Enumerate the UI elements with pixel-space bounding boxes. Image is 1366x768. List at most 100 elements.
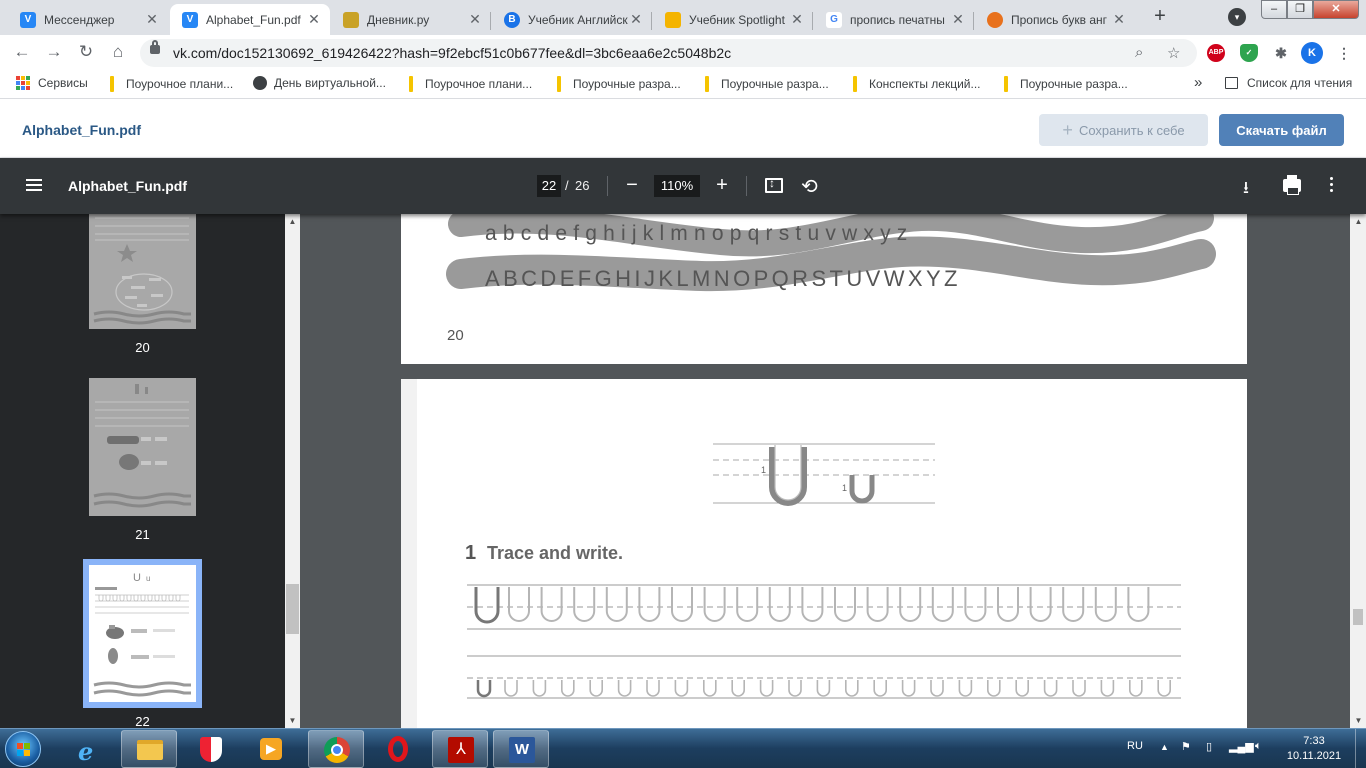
page-20-number: 20 — [447, 327, 464, 344]
tab-close-icon[interactable]: ✕ — [628, 11, 644, 28]
tab-1[interactable]: V Мессенджер ✕ — [8, 4, 168, 35]
more-options-icon[interactable] — [1330, 177, 1334, 195]
language-indicator[interactable]: RU — [1127, 740, 1143, 752]
bookmark-item[interactable]: Поурочное плани... — [110, 76, 233, 92]
thumbnail-label-21: 21 — [135, 527, 150, 542]
bookmark-star-icon[interactable]: ☆ — [1167, 44, 1180, 62]
thumbnail-page-21[interactable] — [89, 378, 196, 516]
taskbar-acrobat-icon[interactable]: ⅄ — [432, 730, 488, 768]
trace-letter-lower — [1072, 680, 1086, 697]
tab-4[interactable]: B Учебник Английск ✕ — [492, 4, 652, 35]
print-icon[interactable] — [1283, 175, 1301, 195]
tab-search-icon[interactable]: ▾ — [1228, 8, 1246, 26]
trace-letter-lower — [987, 680, 1001, 697]
menu-hamburger-icon[interactable] — [26, 179, 42, 191]
forward-icon[interactable]: → — [44, 42, 64, 62]
zoom-out-icon[interactable]: − — [622, 172, 642, 198]
main-scroll-down-arrow-icon[interactable]: ▼ — [1351, 716, 1366, 725]
maximize-button[interactable]: ❐ — [1287, 0, 1313, 19]
taskbar-opera-icon[interactable] — [371, 730, 427, 768]
stroke-number-lower: 1 — [842, 483, 847, 493]
tab-close-icon[interactable]: ✕ — [467, 11, 483, 28]
tab-close-icon[interactable]: ✕ — [1111, 11, 1127, 28]
minimize-button[interactable]: – — [1261, 0, 1287, 19]
scroll-down-arrow-icon[interactable]: ▼ — [285, 716, 300, 725]
zoom-in-icon[interactable]: + — [712, 172, 732, 198]
adblock-extension-icon[interactable]: ABP — [1207, 44, 1225, 62]
trace-letter-lower — [731, 680, 745, 697]
tab-close-icon[interactable]: ✕ — [950, 11, 966, 28]
shield-extension-icon[interactable]: ✓ — [1240, 44, 1258, 62]
bookmark-item[interactable]: День виртуальной... — [253, 76, 386, 90]
bookmark-item[interactable]: Поурочные разра... — [1004, 76, 1128, 92]
tab-close-icon[interactable]: ✕ — [789, 11, 805, 28]
trace-letter-upper — [964, 587, 987, 622]
new-tab-button[interactable]: + — [1150, 6, 1170, 27]
trace-letter-upper — [801, 587, 824, 622]
taskbar-explorer-icon[interactable] — [121, 730, 177, 768]
page-number-input[interactable]: 22 — [537, 175, 561, 197]
bookmark-item[interactable]: Поурочное плани... — [409, 76, 532, 92]
trace-letter-lower — [532, 680, 547, 697]
tab-7[interactable]: Пропись букв анг ✕ — [975, 4, 1135, 35]
trace-letter-upper — [931, 587, 954, 622]
back-icon[interactable]: ← — [12, 42, 32, 62]
extensions-puzzle-icon[interactable]: ✱ — [1272, 44, 1290, 62]
volume-icon[interactable]: 🔈︎ — [1255, 740, 1262, 753]
thumbnail-sidebar: 20 21 U u 22 — [0, 214, 300, 728]
zoom-icon[interactable]: ⌕ — [1135, 44, 1143, 61]
sidebar-scrollbar[interactable]: ▲ ▼ — [285, 214, 300, 728]
tab-5[interactable]: Учебник Spotlight ✕ — [653, 4, 813, 35]
start-button[interactable] — [5, 731, 41, 767]
browser-menu-icon[interactable]: ⋮ — [1335, 44, 1353, 62]
svg-text:u: u — [146, 574, 150, 583]
trace-letter-lower — [1129, 680, 1143, 697]
trace-letter-upper — [540, 587, 563, 622]
taskbar-security-shield-icon[interactable] — [183, 730, 239, 768]
profile-avatar[interactable]: K — [1301, 42, 1323, 64]
svg-text:U: U — [133, 572, 141, 584]
address-url[interactable]: vk.com/doc152130692_619426422?hash=9f2eb… — [173, 45, 731, 61]
save-to-profile-button[interactable]: + Сохранить к себе — [1039, 114, 1208, 146]
action-center-flag-icon[interactable]: ⚑ — [1181, 740, 1191, 753]
bookmark-item[interactable]: Сервисы — [16, 76, 88, 90]
taskbar-ie-icon[interactable]: e — [62, 730, 118, 768]
trace-letter-upper — [768, 587, 791, 622]
network-signal-icon[interactable]: ▂▄▆ — [1229, 740, 1254, 753]
taskbar-word-icon[interactable]: W — [493, 730, 549, 768]
bookmarks-overflow-button[interactable]: » — [1194, 74, 1202, 91]
power-icon[interactable]: ▯ — [1206, 740, 1212, 753]
tab-3[interactable]: Дневник.ру ✕ — [331, 4, 491, 35]
fit-to-page-icon[interactable] — [765, 176, 783, 193]
system-clock[interactable]: 7:33 10.11.2021 — [1284, 734, 1344, 764]
sidebar-scroll-thumb[interactable] — [286, 584, 299, 634]
download-file-button[interactable]: Скачать файл — [1219, 114, 1344, 146]
bookmark-item[interactable]: Поурочные разра... — [705, 76, 829, 92]
main-scroll-thumb[interactable] — [1353, 609, 1363, 625]
trace-letter-upper — [834, 587, 856, 622]
reload-icon[interactable]: ↻ — [76, 42, 96, 62]
tab-2[interactable]: V Alphabet_Fun.pdf ✕ — [170, 4, 330, 35]
main-scrollbar[interactable]: ▲ ▼ — [1350, 214, 1366, 728]
bookmark-item[interactable]: Конспекты лекций... — [853, 76, 981, 92]
thumbnail-page-22[interactable]: U u — [83, 559, 202, 708]
thumbnail-page-20[interactable] — [89, 214, 196, 329]
show-desktop-button[interactable] — [1355, 729, 1366, 768]
spotlight-icon — [665, 11, 681, 28]
tab-close-icon[interactable]: ✕ — [144, 11, 160, 28]
reading-list-button[interactable]: Список для чтения — [1225, 76, 1352, 90]
rotate-icon[interactable]: ⟲ — [801, 174, 818, 199]
main-scroll-up-arrow-icon[interactable]: ▲ — [1351, 217, 1366, 226]
home-icon[interactable]: ⌂ — [108, 42, 128, 62]
scroll-up-arrow-icon[interactable]: ▲ — [285, 217, 300, 226]
zoom-input[interactable]: 110% — [654, 175, 700, 197]
bookmark-item[interactable]: Поурочные разра... — [557, 76, 681, 92]
close-window-button[interactable]: ✕ — [1313, 0, 1359, 19]
tray-expand-icon[interactable]: ▲ — [1160, 742, 1169, 752]
taskbar-media-player-icon[interactable]: ▶ — [243, 730, 299, 768]
tab-6[interactable]: Gпропись печатны ✕ — [814, 4, 974, 35]
taskbar-chrome-icon[interactable] — [308, 730, 364, 768]
address-bar[interactable]: vk.com/doc152130692_619426422?hash=9f2eb… — [140, 39, 1197, 67]
tab-close-icon[interactable]: ✕ — [306, 11, 322, 28]
download-icon[interactable]: ⭳ — [1243, 175, 1249, 204]
